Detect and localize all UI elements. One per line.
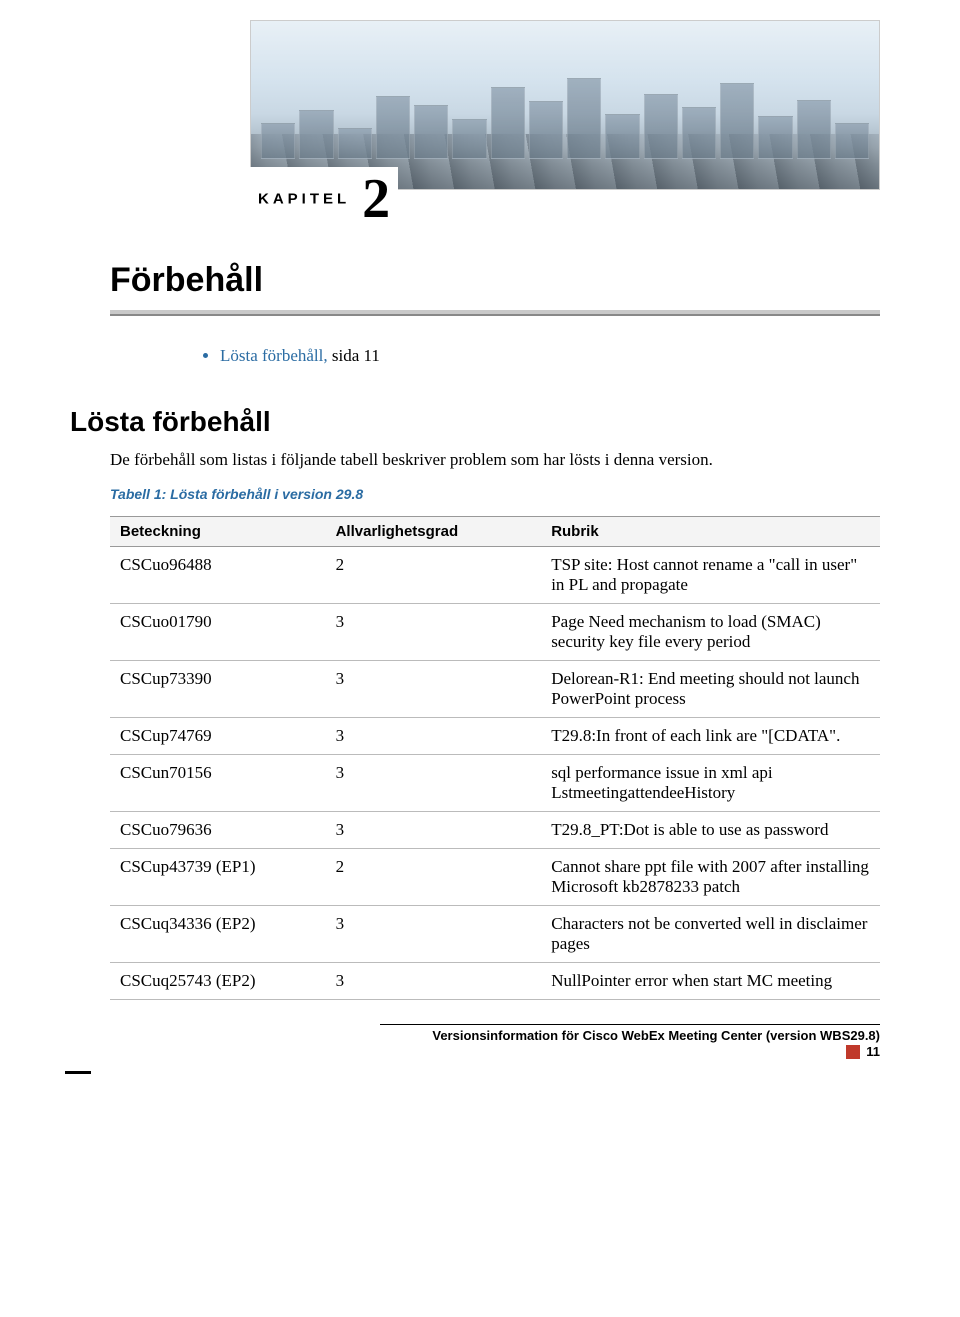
cell-severity: 3 [326,718,542,755]
toc-link[interactable]: Lösta förbehåll, [220,346,328,365]
chapter-number: 2 [362,168,390,230]
cell-id: CSCuo79636 [110,812,326,849]
cell-id: CSCuo01790 [110,604,326,661]
cell-title: sql performance issue in xml api Lstmeet… [541,755,880,812]
table-row: CSCuq34336 (EP2) 3 Characters not be con… [110,906,880,963]
footer-doc-title: Versionsinformation för Cisco WebEx Meet… [110,1024,880,1043]
cell-severity: 2 [326,547,542,604]
table-row: CSCuq25743 (EP2) 3 NullPointer error whe… [110,963,880,1000]
cell-severity: 2 [326,849,542,906]
section-heading: Lösta förbehåll [70,406,880,438]
page-number: 11 [866,1044,880,1059]
crop-mark-icon [65,1071,91,1074]
chapter-label: KAPITEL 2 [250,167,398,231]
table-row: CSCup43739 (EP1) 2 Cannot share ppt file… [110,849,880,906]
cell-title: T29.8_PT:Dot is able to use as password [541,812,880,849]
cell-id: CSCuq25743 (EP2) [110,963,326,1000]
cell-title: Cannot share ppt file with 2007 after in… [541,849,880,906]
table-row: CSCuo79636 3 T29.8_PT:Dot is able to use… [110,812,880,849]
cell-id: CSCuo96488 [110,547,326,604]
page-footer: Versionsinformation för Cisco WebEx Meet… [110,1024,880,1064]
chapter-banner-image [250,20,880,190]
col-header-title: Rubrik [541,517,880,547]
table-caption: Tabell 1: Lösta förbehåll i version 29.8 [110,486,880,502]
cell-id: CSCuq34336 (EP2) [110,906,326,963]
cell-severity: 3 [326,755,542,812]
table-row: CSCuo96488 2 TSP site: Host cannot renam… [110,547,880,604]
toc-item: Lösta förbehåll, sida 11 [220,346,880,366]
cell-title: Characters not be converted well in disc… [541,906,880,963]
cell-title: T29.8:In front of each link are "[CDATA"… [541,718,880,755]
title-divider [110,310,880,316]
cell-title: TSP site: Host cannot rename a "call in … [541,547,880,604]
cell-title: NullPointer error when start MC meeting [541,963,880,1000]
col-header-id: Beteckning [110,517,326,547]
table-row: CSCun70156 3 sql performance issue in xm… [110,755,880,812]
cell-id: CSCun70156 [110,755,326,812]
document-page: KAPITEL 2 Förbehåll Lösta förbehåll, sid… [0,20,960,1084]
cell-title: Page Need mechanism to load (SMAC) secur… [541,604,880,661]
table-row: CSCup74769 3 T29.8:In front of each link… [110,718,880,755]
col-header-severity: Allvarlighetsgrad [326,517,542,547]
cell-severity: 3 [326,661,542,718]
cell-id: CSCup74769 [110,718,326,755]
cell-id: CSCup43739 (EP1) [110,849,326,906]
table-header-row: Beteckning Allvarlighetsgrad Rubrik [110,517,880,547]
table-of-contents: Lösta förbehåll, sida 11 [220,346,880,366]
footer-marker-icon [846,1045,860,1059]
chapter-label-text: KAPITEL [258,191,350,208]
cell-severity: 3 [326,812,542,849]
footer-divider [380,1024,881,1025]
table-row: CSCuo01790 3 Page Need mechanism to load… [110,604,880,661]
cell-severity: 3 [326,963,542,1000]
chapter-title: Förbehåll [110,261,880,300]
footer-page-block: 11 [846,1044,880,1059]
cell-id: CSCup73390 [110,661,326,718]
cell-severity: 3 [326,906,542,963]
cell-severity: 3 [326,604,542,661]
caveats-table: Beteckning Allvarlighetsgrad Rubrik CSCu… [110,516,880,1000]
toc-suffix: sida 11 [328,346,380,365]
cell-title: Delorean-R1: End meeting should not laun… [541,661,880,718]
table-row: CSCup73390 3 Delorean-R1: End meeting sh… [110,661,880,718]
section-intro: De förbehåll som listas i följande tabel… [110,450,880,470]
